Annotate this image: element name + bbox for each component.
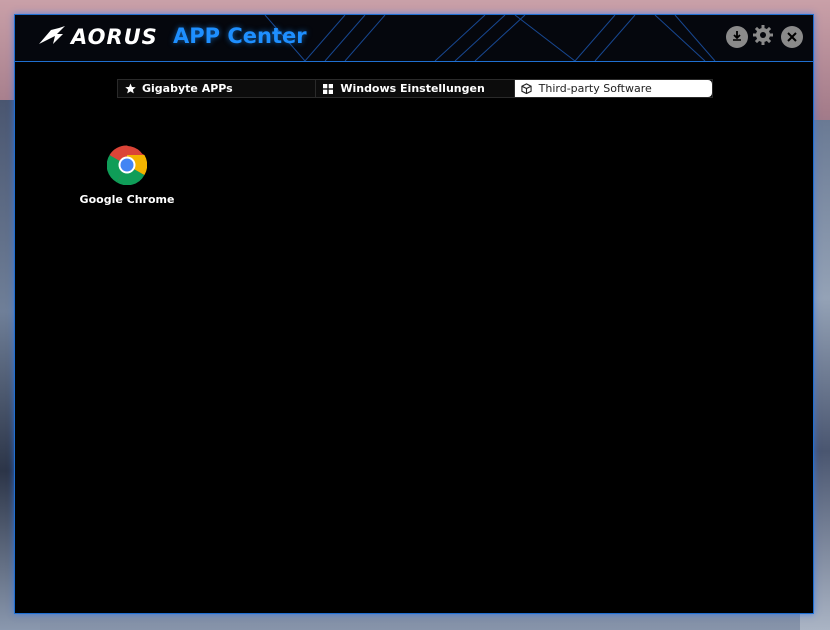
- title-bar[interactable]: AORUS APP Center: [15, 15, 813, 62]
- brand: AORUS: [37, 24, 158, 50]
- chrome-icon: [106, 145, 148, 186]
- category-tabs: Gigabyte APPs Windows Einstellungen Thir…: [117, 79, 713, 98]
- settings-button[interactable]: [752, 24, 774, 50]
- tab-label: Windows Einstellungen: [340, 82, 485, 95]
- box-icon: [521, 83, 533, 95]
- star-icon: [124, 83, 136, 95]
- tab-third-party-software[interactable]: Third-party Software: [514, 80, 712, 97]
- windows-icon: [322, 83, 334, 95]
- download-button[interactable]: [726, 26, 748, 48]
- app-tile-google-chrome[interactable]: Google Chrome: [77, 145, 177, 206]
- aorus-logo-icon: [37, 24, 67, 50]
- app-label: Google Chrome: [79, 193, 175, 206]
- tab-label: Gigabyte APPs: [142, 82, 233, 95]
- tab-gigabyte-apps[interactable]: Gigabyte APPs: [118, 80, 317, 97]
- gear-icon: [752, 24, 774, 50]
- app-title: APP Center: [173, 24, 307, 48]
- close-icon: [786, 28, 798, 47]
- download-icon: [730, 28, 744, 47]
- close-button[interactable]: [781, 26, 803, 48]
- app-center-window: AORUS APP Center Gigabyte APPs Windows E…: [14, 14, 814, 614]
- tab-label: Third-party Software: [538, 82, 652, 95]
- brand-name: AORUS: [71, 25, 158, 49]
- tab-windows-einstellungen[interactable]: Windows Einstellungen: [316, 80, 515, 97]
